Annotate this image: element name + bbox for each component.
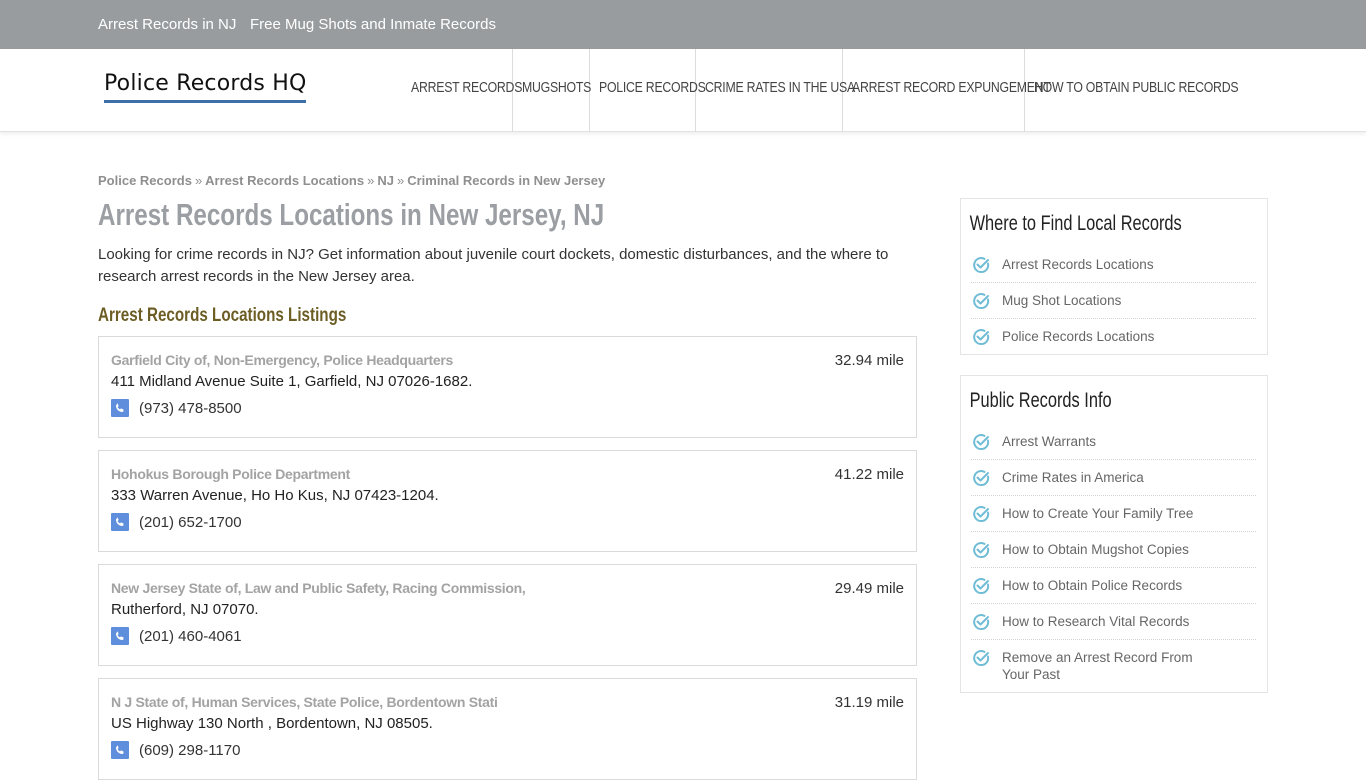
widget-item: Remove an Arrest Record From Your Past	[971, 640, 1256, 692]
breadcrumb-criminal-records-nj[interactable]: Criminal Records in New Jersey	[407, 173, 605, 188]
top-bar: Arrest Records in NJ Free Mug Shots and …	[0, 0, 1366, 49]
widget-list: Arrest Records Locations Mug Shot Locati…	[961, 247, 1267, 354]
listing-card: Garfield City of, Non-Emergency, Police …	[98, 336, 917, 438]
widget-item: Police Records Locations	[971, 319, 1256, 354]
widget-title: Where to Find Local Records	[969, 212, 1182, 235]
nav-label: POLICE RECORDS	[599, 79, 706, 96]
widget-link[interactable]: Crime Rates in America	[1002, 470, 1144, 485]
nav-crime-rates[interactable]: CRIME RATES IN THE USA	[696, 49, 855, 132]
breadcrumb-separator: »	[194, 173, 203, 188]
widget-item: Arrest Records Locations	[971, 247, 1256, 283]
page-title: Arrest Records Locations in New Jersey, …	[98, 197, 605, 232]
widget-item: How to Research Vital Records	[971, 604, 1256, 640]
widget-link[interactable]: Remove an Arrest Record From Your Past	[1002, 650, 1193, 682]
listing-card: N J State of, Human Services, State Poli…	[98, 678, 917, 780]
nav-police-records[interactable]: POLICE RECORDS	[590, 49, 706, 132]
check-circle-icon	[973, 470, 990, 487]
listings-title: Arrest Records Locations Listings	[98, 305, 347, 326]
nav-obtain-public-records[interactable]: HOW TO OBTAIN PUBLIC RECORDS	[1025, 49, 1239, 132]
check-circle-icon	[973, 506, 990, 523]
widget-item: Arrest Warrants	[971, 424, 1256, 460]
widget-link[interactable]: How to Create Your Family Tree	[1002, 506, 1193, 521]
check-circle-icon	[973, 650, 990, 667]
phone-icon	[111, 741, 129, 759]
listing-phone[interactable]: (609) 298-1170	[139, 742, 240, 759]
listing-name[interactable]: N J State of, Human Services, State Poli…	[111, 694, 498, 710]
check-circle-icon	[973, 578, 990, 595]
listing-name[interactable]: New Jersey State of, Law and Public Safe…	[111, 580, 526, 596]
check-circle-icon	[973, 614, 990, 631]
intro-text: Looking for crime records in NJ? Get inf…	[98, 246, 889, 285]
breadcrumb-separator: »	[367, 173, 375, 188]
check-circle-icon	[973, 257, 990, 274]
widget-link[interactable]: Arrest Warrants	[1002, 434, 1096, 449]
site-logo[interactable]: Police Records HQ	[104, 71, 307, 103]
breadcrumb-arrest-records-locations[interactable]: Arrest Records Locations	[205, 173, 364, 188]
check-circle-icon	[973, 434, 990, 451]
widget-item: How to Obtain Mugshot Copies	[971, 532, 1256, 568]
breadcrumb: Police Records» Arrest Records Locations»…	[98, 173, 605, 188]
check-circle-icon	[973, 542, 990, 559]
nav-label: ARREST RECORD EXPUNGEMENT	[852, 79, 1051, 96]
breadcrumb-nj[interactable]: NJ	[377, 173, 394, 188]
widget-item: Crime Rates in America	[971, 460, 1256, 496]
logo-underline	[104, 100, 306, 103]
widget-link[interactable]: Mug Shot Locations	[1002, 293, 1121, 308]
listing-name[interactable]: Garfield City of, Non-Emergency, Police …	[111, 352, 453, 368]
phone-icon	[111, 513, 129, 531]
listing-card: Hohokus Borough Police Department 333 Wa…	[98, 450, 917, 552]
topbar-link-arrest-records-nj[interactable]: Arrest Records in NJ	[98, 16, 236, 33]
phone-icon	[111, 399, 129, 417]
widget-item: How to Create Your Family Tree	[971, 496, 1256, 532]
listing-phone[interactable]: (973) 478-8500	[139, 400, 242, 417]
topbar-link-free-mug-shots[interactable]: Free Mug Shots and Inmate Records	[250, 16, 496, 33]
nav-label: ARREST RECORDS	[411, 79, 523, 96]
widget-item: Mug Shot Locations	[971, 283, 1256, 319]
widget-link[interactable]: How to Obtain Mugshot Copies	[1002, 542, 1189, 557]
listing-address: Rutherford, NJ 07070.	[111, 601, 259, 618]
breadcrumb-separator: »	[396, 173, 405, 188]
site-header: Police Records HQ ARREST RECORDS MUGSHOT…	[0, 49, 1366, 132]
nav-label: HOW TO OBTAIN PUBLIC RECORDS	[1034, 79, 1239, 96]
widget-link[interactable]: Arrest Records Locations	[1002, 257, 1154, 272]
phone-icon	[111, 627, 129, 645]
listing-distance: 29.49 mile	[834, 580, 904, 597]
listing-distance: 41.22 mile	[834, 466, 904, 483]
widget-link[interactable]: How to Research Vital Records	[1002, 614, 1189, 629]
widget-link[interactable]: Police Records Locations	[1002, 329, 1154, 344]
main-nav: ARREST RECORDS MUGSHOTS POLICE RECORDS C…	[402, 49, 1239, 132]
nav-label: MUGSHOTS	[522, 79, 592, 96]
widget-link[interactable]: How to Obtain Police Records	[1002, 578, 1182, 593]
listing-address: 411 Midland Avenue Suite 1, Garfield, NJ…	[111, 373, 473, 390]
widget-local-records: Where to Find Local Records Arrest Recor…	[960, 198, 1268, 355]
listing-address: US Highway 130 North , Bordentown, NJ 08…	[111, 715, 433, 732]
breadcrumb-police-records[interactable]: Police Records	[98, 173, 192, 188]
check-circle-icon	[973, 329, 990, 346]
listing-address: 333 Warren Avenue, Ho Ho Kus, NJ 07423-1…	[111, 487, 439, 504]
nav-arrest-records[interactable]: ARREST RECORDS	[402, 49, 522, 132]
listing-name[interactable]: Hohokus Borough Police Department	[111, 466, 350, 482]
nav-mugshots[interactable]: MUGSHOTS	[513, 49, 592, 132]
nav-arrest-record-expungement[interactable]: ARREST RECORD EXPUNGEMENT	[843, 49, 1051, 132]
widget-title: Public Records Info	[969, 389, 1112, 412]
listing-distance: 31.19 mile	[834, 694, 904, 711]
listing-phone[interactable]: (201) 652-1700	[139, 514, 242, 531]
check-circle-icon	[973, 293, 990, 310]
widget-public-records-info: Public Records Info Arrest Warrants Crim…	[960, 375, 1268, 693]
listing-card: New Jersey State of, Law and Public Safe…	[98, 564, 917, 666]
listing-distance: 32.94 mile	[834, 352, 904, 369]
widget-item: How to Obtain Police Records	[971, 568, 1256, 604]
listing-phone[interactable]: (201) 460-4061	[139, 628, 242, 645]
logo-text: Police Records HQ	[104, 71, 307, 96]
nav-label: CRIME RATES IN THE USA	[705, 79, 855, 96]
widget-list: Arrest Warrants Crime Rates in America H…	[961, 424, 1267, 692]
